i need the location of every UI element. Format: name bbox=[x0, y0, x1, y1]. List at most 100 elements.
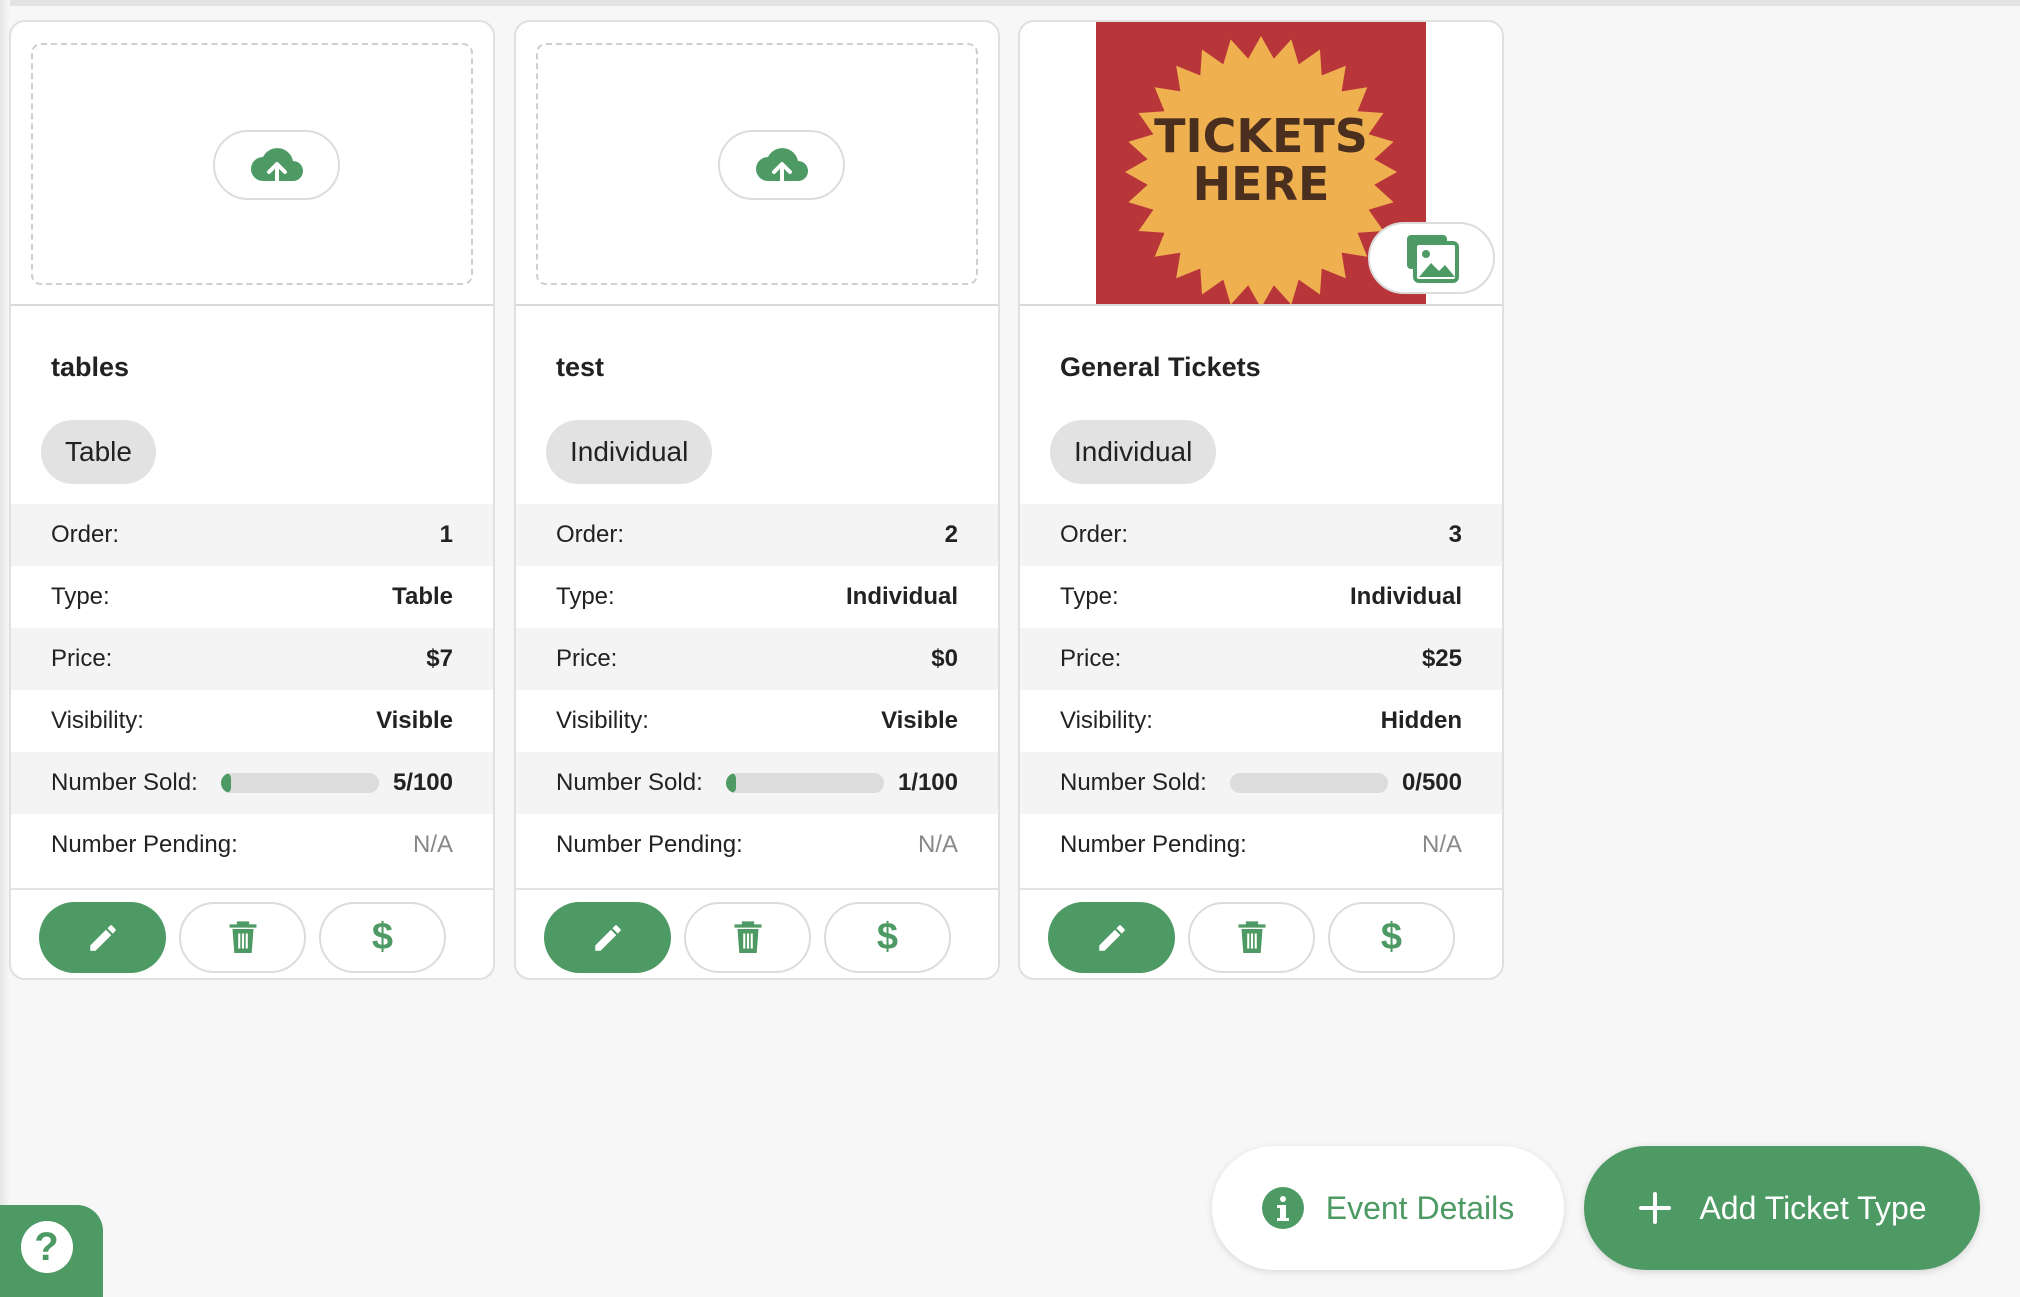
change-image-button[interactable] bbox=[1368, 222, 1495, 294]
row-value: Visible bbox=[376, 707, 453, 734]
ticket-card: TICKETS HERE General Tickets Individual … bbox=[1018, 20, 1504, 980]
trash-icon bbox=[734, 920, 761, 953]
pricing-button[interactable]: $ bbox=[1328, 902, 1455, 973]
row-label: Order: bbox=[51, 521, 120, 548]
number-sold-row: Number Sold: 5/100 bbox=[11, 752, 493, 814]
add-ticket-type-label: Add Ticket Type bbox=[1699, 1189, 1927, 1226]
row-value: Visible bbox=[881, 707, 958, 734]
ticket-name: tables bbox=[51, 352, 130, 382]
image-text-line-2: HERE bbox=[1193, 157, 1330, 211]
row-label: Number Sold: bbox=[1060, 769, 1207, 796]
sold-progress-fill bbox=[725, 773, 736, 793]
card-image-area bbox=[516, 22, 998, 306]
number-pending-row: Number Pending: N/A bbox=[11, 814, 493, 876]
event-details-label: Event Details bbox=[1325, 1189, 1515, 1226]
row-label: Number Pending: bbox=[1060, 831, 1247, 858]
card-actions: $ bbox=[11, 888, 493, 978]
card-image-area: TICKETS HERE bbox=[1020, 22, 1502, 306]
row-label: Number Sold: bbox=[51, 769, 198, 796]
pencil-icon bbox=[89, 924, 116, 951]
row-label: Price: bbox=[1060, 645, 1122, 672]
row-value: $0 bbox=[931, 645, 958, 672]
price-row: Price: $7 bbox=[11, 628, 493, 690]
cloud-upload-icon bbox=[755, 148, 808, 185]
number-sold-row: Number Sold: 1/100 bbox=[516, 752, 998, 814]
trash-icon bbox=[229, 920, 256, 953]
delete-button[interactable] bbox=[179, 902, 306, 973]
sold-progress-fill bbox=[220, 773, 231, 793]
upload-image-button[interactable] bbox=[213, 130, 340, 200]
row-value: 0/500 bbox=[1401, 769, 1462, 796]
row-label: Type: bbox=[556, 583, 615, 610]
row-value: 1/100 bbox=[897, 769, 958, 796]
image-gallery-icon bbox=[1406, 235, 1459, 283]
sold-progress-bar bbox=[220, 773, 379, 793]
pencil-icon bbox=[1098, 924, 1125, 951]
delete-button[interactable] bbox=[684, 902, 811, 973]
card-actions: $ bbox=[1020, 888, 1502, 978]
sold-progress-bar bbox=[725, 773, 884, 793]
image-dropzone[interactable] bbox=[536, 43, 978, 285]
row-label: Price: bbox=[556, 645, 618, 672]
order-row: Order: 3 bbox=[1020, 504, 1502, 566]
ticket-card: test Individual Order: 2 Type: Individual … bbox=[514, 20, 1000, 980]
row-value: N/A bbox=[1421, 831, 1462, 858]
ticket-type-chip: Individual bbox=[1050, 420, 1217, 484]
price-row: Price: $25 bbox=[1020, 628, 1502, 690]
row-label: Number Sold: bbox=[556, 769, 703, 796]
order-row: Order: 2 bbox=[516, 504, 998, 566]
pencil-icon bbox=[594, 924, 621, 951]
row-label: Type: bbox=[1060, 583, 1119, 610]
visibility-row: Visibility: Hidden bbox=[1020, 690, 1502, 752]
cloud-upload-icon bbox=[250, 148, 303, 185]
row-value: 1 bbox=[439, 521, 453, 548]
row-value: $25 bbox=[1421, 645, 1462, 672]
number-pending-row: Number Pending: N/A bbox=[516, 814, 998, 876]
visibility-row: Visibility: Visible bbox=[11, 690, 493, 752]
edit-button[interactable] bbox=[39, 902, 166, 973]
row-value: 2 bbox=[944, 521, 958, 548]
row-label: Number Pending: bbox=[51, 831, 238, 858]
info-icon bbox=[1261, 1187, 1304, 1229]
type-row: Type: Table bbox=[11, 566, 493, 628]
upload-image-button[interactable] bbox=[718, 130, 845, 200]
row-value: 5/100 bbox=[392, 769, 453, 796]
trash-icon bbox=[1238, 920, 1265, 953]
row-label: Type: bbox=[51, 583, 110, 610]
image-text-line-1: TICKETS bbox=[1154, 109, 1368, 163]
row-value: Table bbox=[392, 583, 453, 610]
image-dropzone[interactable] bbox=[31, 43, 473, 285]
help-button[interactable]: ? bbox=[0, 1205, 103, 1297]
number-pending-row: Number Pending: N/A bbox=[1020, 814, 1502, 876]
delete-button[interactable] bbox=[1188, 902, 1315, 973]
number-sold-row: Number Sold: 0/500 bbox=[1020, 752, 1502, 814]
row-label: Price: bbox=[51, 645, 113, 672]
row-label: Order: bbox=[556, 521, 625, 548]
type-row: Type: Individual bbox=[1020, 566, 1502, 628]
plus-icon bbox=[1639, 1192, 1672, 1224]
price-row: Price: $0 bbox=[516, 628, 998, 690]
ticket-type-chip: Individual bbox=[546, 420, 713, 484]
edit-button[interactable] bbox=[1048, 902, 1175, 973]
row-label: Order: bbox=[1060, 521, 1129, 548]
row-value: N/A bbox=[917, 831, 958, 858]
row-value: N/A bbox=[412, 831, 453, 858]
ticket-name: General Tickets bbox=[1060, 352, 1261, 382]
ticket-details: Order: 1 Type: Table Price: $7 Visibility: V… bbox=[11, 504, 493, 876]
row-label: Number Pending: bbox=[556, 831, 743, 858]
card-actions: $ bbox=[516, 888, 998, 978]
type-row: Type: Individual bbox=[516, 566, 998, 628]
visibility-row: Visibility: Visible bbox=[516, 690, 998, 752]
ticket-type-chip: Table bbox=[41, 420, 156, 484]
pricing-button[interactable]: $ bbox=[319, 902, 446, 973]
row-value: 3 bbox=[1448, 521, 1462, 548]
edit-button[interactable] bbox=[544, 902, 671, 973]
row-value: Individual bbox=[1349, 583, 1462, 610]
event-details-button[interactable]: Event Details bbox=[1212, 1146, 1564, 1270]
ticket-details: Order: 3 Type: Individual Price: $25 Visibi… bbox=[1020, 504, 1502, 876]
row-value: $7 bbox=[426, 645, 453, 672]
pricing-button[interactable]: $ bbox=[824, 902, 951, 973]
row-label: Visibility: bbox=[556, 707, 649, 734]
row-label: Visibility: bbox=[1060, 707, 1153, 734]
add-ticket-type-button[interactable]: Add Ticket Type bbox=[1584, 1146, 1980, 1270]
